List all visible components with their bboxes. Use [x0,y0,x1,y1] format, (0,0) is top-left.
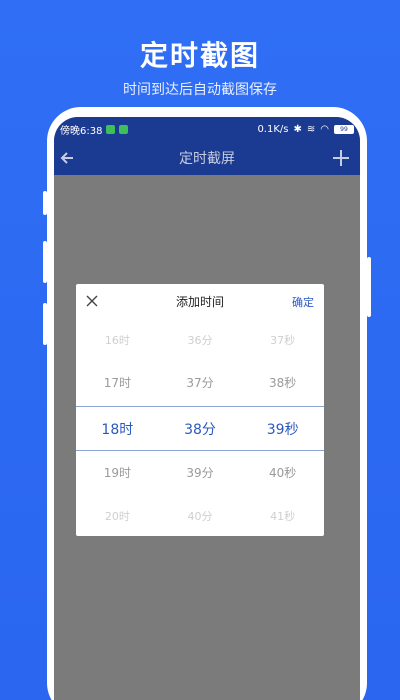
bluetooth-icon: ✱ [293,123,302,135]
minute-selected[interactable]: 38分 [159,419,242,439]
back-arrow-icon[interactable] [58,148,78,168]
minute-option[interactable]: 39分 [159,464,242,481]
top-navbar: 定时截屏 [54,141,360,175]
dialog-title: 添加时间 [175,294,224,309]
hour-option[interactable]: 19时 [76,464,159,481]
second-option[interactable]: 38秒 [241,374,324,391]
second-option[interactable]: 41秒 [241,508,324,524]
app-notification-icon [119,124,129,134]
battery-icon: 99 [334,124,354,134]
picker-row[interactable]: 19时 39分 40秒 [76,451,324,494]
network-speed: 0.1K/s [257,123,289,135]
minute-option[interactable]: 37分 [159,374,242,391]
wifi-icon: ◠ [320,123,329,135]
minute-option[interactable]: 36分 [159,332,242,348]
status-time: 傍晚6:38 [60,125,103,137]
phone-power-button [367,257,371,317]
add-time-dialog: 添加时间 确定 16时 36分 37秒 17时 37分 38秒 18时 38分 … [76,284,324,536]
hour-option[interactable]: 17时 [76,374,159,391]
second-option[interactable]: 37秒 [241,332,324,348]
phone-volume-up-button [43,241,47,283]
hour-option[interactable]: 16时 [76,332,159,348]
dialog-header: 添加时间 确定 [76,284,324,318]
hour-selected[interactable]: 18时 [76,419,159,439]
close-icon[interactable] [85,294,99,308]
add-icon[interactable] [330,147,352,169]
confirm-button[interactable]: 确定 [292,294,314,310]
page-title: 定时截屏 [179,151,235,167]
phone-side-button [43,191,47,215]
picker-row[interactable]: 20时 40分 41秒 [76,494,324,536]
hero-subtitle: 时间到达后自动截图保存 [123,82,277,98]
hour-option[interactable]: 20时 [76,508,159,524]
second-option[interactable]: 40秒 [241,464,324,481]
vibrate-icon: ≋ [306,123,316,135]
second-selected[interactable]: 39秒 [241,419,324,439]
time-picker[interactable]: 16时 36分 37秒 17时 37分 38秒 18时 38分 39秒 19时 … [76,318,324,536]
wechat-notification-icon [106,124,116,134]
hero-title: 定时截图 [139,39,260,72]
picker-row-selected[interactable]: 18时 38分 39秒 [76,407,324,450]
picker-row[interactable]: 17时 37分 38秒 [76,361,324,404]
minute-option[interactable]: 40分 [159,508,242,524]
status-bar: 傍晚6:38 0.1K/s ✱ ≋ ◠ 99 [54,117,360,141]
phone-volume-down-button [43,303,47,345]
picker-row[interactable]: 16时 36分 37秒 [76,318,324,361]
